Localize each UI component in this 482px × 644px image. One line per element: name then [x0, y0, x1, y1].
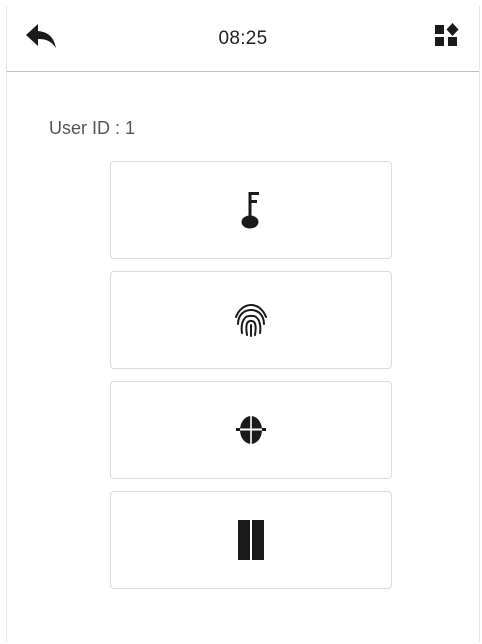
card-icon — [235, 519, 267, 561]
clock-time: 08:25 — [218, 28, 268, 49]
face-icon — [235, 413, 267, 447]
menu-button[interactable] — [429, 22, 465, 54]
face-verify-button[interactable] — [110, 381, 392, 479]
top-bar: 08:25 — [7, 6, 479, 72]
password-key-icon — [238, 190, 264, 230]
card-verify-button[interactable] — [110, 491, 392, 589]
grid-menu-icon — [434, 22, 460, 54]
user-id-label: User ID : 1 — [49, 118, 136, 138]
screen: 08:25 User ID : 1 — [6, 6, 480, 642]
fingerprint-verify-button[interactable] — [110, 271, 392, 369]
verification-method-list — [110, 161, 392, 601]
fingerprint-icon — [233, 302, 269, 338]
password-verify-button[interactable] — [110, 161, 392, 259]
